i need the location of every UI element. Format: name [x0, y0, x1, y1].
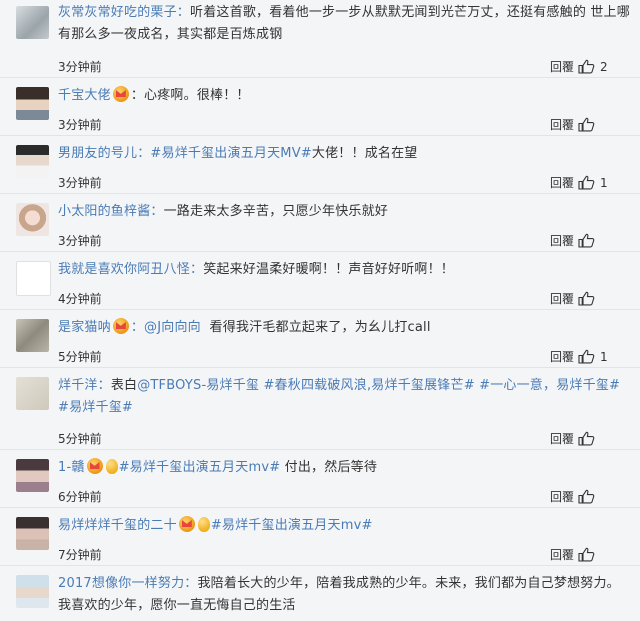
- comment-item: 千宝大佬 ：心疼啊。很棒！！ 3分钟前 回覆: [0, 78, 640, 136]
- comment-text-block: 是家猫呐 ：@J向向向 看得我汗毛都立起来了，为幺儿打call: [58, 317, 630, 339]
- username-link[interactable]: 烊千洋：: [58, 378, 111, 393]
- username-link[interactable]: 易烊烊烊千玺的二十: [58, 518, 177, 533]
- avatar[interactable]: [16, 377, 49, 410]
- comment-item: 是家猫呐 ：@J向向向 看得我汗毛都立起来了，为幺儿打call 5分钟前 回覆 1: [0, 310, 640, 368]
- reply-button[interactable]: 回覆: [550, 291, 574, 307]
- comment-item: 烊千洋：表白@TFBOYS-易烊千玺 #春秋四载破风浪,易烊千玺展锋芒# #一心…: [0, 368, 640, 450]
- comment-body: 一路走来太多辛苦，只愿少年快乐就好: [163, 204, 389, 219]
- timestamp: 3分钟前: [58, 118, 102, 132]
- comment-feed: 灰常灰常好吃的栗子：听着这首歌，看着他一步一步从默默无闻到光芒万丈，还挺有感触的…: [0, 0, 640, 621]
- like-button[interactable]: [578, 430, 626, 448]
- comment-text-block: 易烊烊烊千玺的二十 #易烊千玺出演五月天mv#: [58, 515, 630, 537]
- hashtag-link[interactable]: #易烊千玺出演五月天MV#: [150, 146, 312, 161]
- crown-badge-icon: [86, 458, 103, 474]
- thumbs-up-icon: [578, 233, 595, 248]
- timestamp: 3分钟前: [58, 234, 102, 248]
- like-button[interactable]: [578, 546, 626, 564]
- timestamp: 3分钟前: [58, 60, 102, 74]
- like-button[interactable]: [578, 116, 626, 134]
- crown-badge-icon: [112, 86, 129, 102]
- hashtag-link[interactable]: #易烊千玺出演五月天mv#: [211, 518, 373, 533]
- like-count: 2: [600, 60, 608, 74]
- thumbs-up-icon: [578, 175, 595, 190]
- username-link[interactable]: 2017想像你一样努力：: [58, 576, 197, 591]
- avatar[interactable]: [16, 203, 49, 236]
- timestamp: 5分钟前: [58, 350, 102, 364]
- comment-body: ：心疼啊。很棒！！: [130, 88, 250, 103]
- thumbs-up-icon: [578, 59, 595, 74]
- mention-link[interactable]: ：@J向向向: [131, 320, 201, 335]
- timestamp: 6分钟前: [58, 490, 102, 504]
- comment-item: 我就是喜欢你阿丑八怪：笑起来好温柔好暖啊！！声音好好听啊！！ 4分钟前 回覆: [0, 252, 640, 310]
- reply-button[interactable]: 回覆: [550, 489, 574, 505]
- like-button[interactable]: [578, 290, 626, 308]
- timestamp: 7分钟前: [58, 548, 102, 562]
- thumbs-up-icon: [578, 291, 595, 306]
- thumbs-up-icon: [578, 349, 595, 364]
- comment-body: 付出，然后等待: [284, 460, 378, 475]
- comment-prefix: 表白: [110, 378, 138, 393]
- like-button[interactable]: [578, 232, 626, 250]
- avatar[interactable]: [16, 459, 49, 492]
- like-button[interactable]: 1: [578, 348, 626, 366]
- reply-button[interactable]: 回覆: [550, 233, 574, 249]
- comment-text-block: 1-贛 #易烊千玺出演五月天mv# 付出，然后等待: [58, 457, 630, 479]
- reply-button[interactable]: 回覆: [550, 175, 574, 191]
- comment-item: 男朋友的号儿：#易烊千玺出演五月天MV#大佬！！成名在望 3分钟前 回覆 1: [0, 136, 640, 194]
- avatar[interactable]: [16, 145, 49, 178]
- comment-item: 2017想像你一样努力：我陪着长大的少年，陪着我成熟的少年。未来，我们都为自己梦…: [0, 566, 640, 621]
- avatar[interactable]: [16, 6, 49, 39]
- username-link[interactable]: 小太阳的鱼梓酱：: [58, 204, 164, 219]
- comment-item: 灰常灰常好吃的栗子：听着这首歌，看着他一步一步从默默无闻到光芒万丈，还挺有感触的…: [0, 0, 640, 78]
- thumbs-up-icon: [578, 431, 595, 446]
- reply-button[interactable]: 回覆: [550, 349, 574, 365]
- avatar[interactable]: [16, 575, 49, 608]
- username-link[interactable]: 我就是喜欢你阿丑八怪：: [58, 262, 203, 277]
- avatar[interactable]: [16, 261, 51, 296]
- username-link[interactable]: 是家猫呐: [58, 320, 111, 335]
- comment-text-block: 烊千洋：表白@TFBOYS-易烊千玺 #春秋四载破风浪,易烊千玺展锋芒# #一心…: [58, 375, 630, 419]
- avatar[interactable]: [16, 517, 49, 550]
- comment-text-block: 灰常灰常好吃的栗子：听着这首歌，看着他一步一步从默默无闻到光芒万丈，还挺有感触的…: [58, 2, 630, 46]
- balloon-icon: [197, 517, 210, 532]
- crown-badge-icon: [112, 318, 129, 334]
- like-button[interactable]: [578, 488, 626, 506]
- username-link[interactable]: 男朋友的号儿：: [58, 146, 150, 161]
- hashtag-link[interactable]: #易烊千玺出演五月天mv#: [119, 460, 281, 475]
- reply-button[interactable]: 回覆: [550, 117, 574, 133]
- comment-item: 易烊烊烊千玺的二十 #易烊千玺出演五月天mv# 7分钟前 回覆: [0, 508, 640, 566]
- comment-text-block: 2017想像你一样努力：我陪着长大的少年，陪着我成熟的少年。未来，我们都为自己梦…: [58, 573, 630, 617]
- balloon-icon: [105, 459, 118, 474]
- like-count: 1: [600, 350, 608, 364]
- username-link[interactable]: 灰常灰常好吃的栗子：: [58, 5, 190, 20]
- thumbs-up-icon: [578, 547, 595, 562]
- hashtag-link[interactable]: @TFBOYS-易烊千玺 #春秋四载破风浪,易烊千玺展锋芒# #一心一意，易烊千…: [58, 378, 620, 415]
- thumbs-up-icon: [578, 117, 595, 132]
- like-count: 1: [600, 176, 608, 190]
- username-link[interactable]: 1-贛: [58, 460, 85, 475]
- comment-body: 大佬！！成名在望: [311, 146, 418, 161]
- comment-text-block: 小太阳的鱼梓酱：一路走来太多辛苦，只愿少年快乐就好: [58, 201, 630, 223]
- comment-item: 小太阳的鱼梓酱：一路走来太多辛苦，只愿少年快乐就好 3分钟前 回覆: [0, 194, 640, 252]
- comment-text-block: 我就是喜欢你阿丑八怪：笑起来好温柔好暖啊！！声音好好听啊！！: [58, 259, 630, 281]
- like-button[interactable]: 2: [578, 58, 626, 76]
- reply-button[interactable]: 回覆: [550, 431, 574, 447]
- comment-body: 笑起来好温柔好暖啊！！声音好好听啊！！: [203, 262, 455, 277]
- comment-item: 1-贛 #易烊千玺出演五月天mv# 付出，然后等待 6分钟前 回覆: [0, 450, 640, 508]
- comment-body: 看得我汗毛都立起来了，为幺儿打call: [209, 320, 431, 335]
- avatar[interactable]: [16, 319, 49, 352]
- thumbs-up-icon: [578, 489, 595, 504]
- crown-badge-icon: [178, 516, 195, 532]
- reply-button[interactable]: 回覆: [550, 547, 574, 563]
- timestamp: 3分钟前: [58, 176, 102, 190]
- timestamp: 4分钟前: [58, 292, 102, 306]
- reply-button[interactable]: 回覆: [550, 59, 574, 75]
- comment-text-block: 男朋友的号儿：#易烊千玺出演五月天MV#大佬！！成名在望: [58, 143, 630, 165]
- username-link[interactable]: 千宝大佬: [58, 88, 111, 103]
- timestamp: 5分钟前: [58, 432, 102, 446]
- avatar[interactable]: [16, 87, 49, 120]
- comment-text-block: 千宝大佬 ：心疼啊。很棒！！: [58, 85, 630, 107]
- like-button[interactable]: 1: [578, 174, 626, 192]
